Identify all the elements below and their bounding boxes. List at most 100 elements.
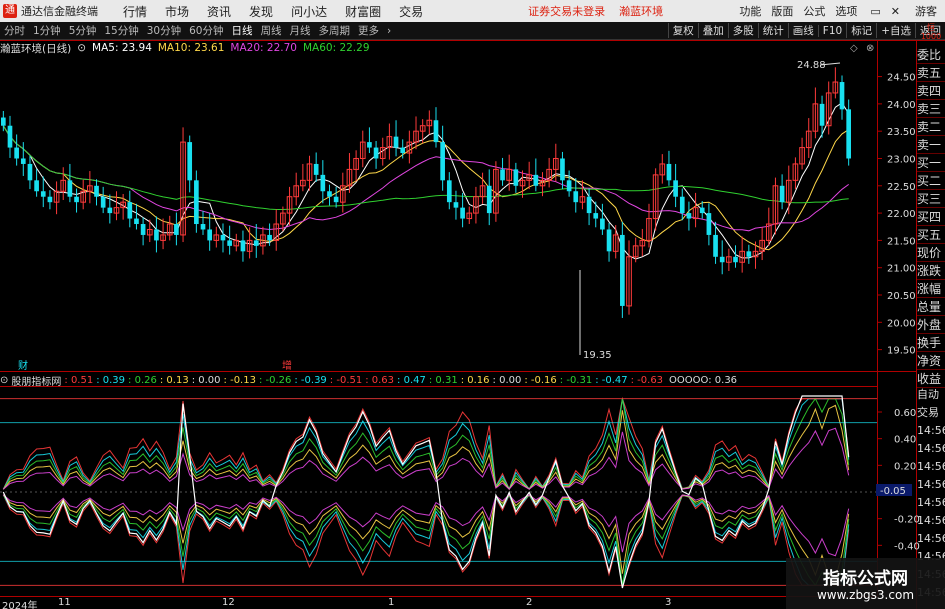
indicator-value: : 0.47 [397, 374, 426, 386]
candle-body [679, 196, 685, 214]
candle-body [846, 109, 852, 159]
trade-side-item[interactable]: 自动 [917, 386, 945, 404]
watermark-url: www.zbgs3.com [816, 588, 915, 602]
candle-body [367, 142, 372, 148]
side-item: 总量 [917, 298, 945, 316]
indicator-title: 股朋指标网 [11, 376, 62, 388]
candle-body [586, 196, 592, 214]
price-tick-label: 21.50 [887, 236, 916, 247]
high-mark-label: 24.88 [797, 60, 826, 71]
ind-band-line [2, 494, 850, 557]
candle-body [393, 136, 399, 148]
candle-body [253, 240, 259, 246]
candle-body [227, 240, 232, 246]
candle-body [34, 180, 39, 192]
trade-side-item: 14:56 [917, 478, 945, 491]
price-tick-label: 20.00 [887, 318, 916, 329]
candle-body [600, 218, 605, 230]
side-item: 买三 [917, 190, 945, 208]
candle-body [27, 163, 33, 181]
legend-ma60: MA60: 22.29 [302, 42, 370, 54]
side-item: 买五 [917, 226, 945, 244]
indicator-value: : -0.39 [294, 374, 327, 386]
ind-band-line [2, 427, 850, 490]
candle-body [440, 142, 445, 181]
trade-side-item: 14:56 [917, 460, 945, 473]
chart-close-icon[interactable]: ⊗ [866, 43, 874, 54]
main-legend: 瀚蓝环境(日线) ⊙ MA5: 23.94 MA10: 23.61 MA20: … [0, 41, 376, 55]
indicator-value: : -0.13 [223, 374, 256, 386]
candle-body [433, 120, 439, 143]
side-item: 买二 [917, 172, 945, 190]
candle-body [134, 218, 139, 225]
legend-toggle-icon[interactable]: ⊙ [77, 42, 86, 54]
candle-body [200, 224, 206, 230]
side-item: 卖四 [917, 82, 945, 100]
candle-body [313, 163, 319, 175]
trade-side-item: 14:56 [917, 496, 945, 509]
price-tick-label: 20.50 [887, 291, 916, 302]
date-label: 2024年 [2, 601, 38, 609]
price-tick-label: 19.50 [887, 346, 916, 357]
side-item: 换手 [917, 334, 945, 352]
candle-body [719, 256, 725, 263]
side-item: 净资 [917, 352, 945, 370]
candle-body [513, 169, 519, 186]
price-tick-label: 23.50 [887, 127, 916, 138]
candle-body [699, 207, 705, 214]
indicator-value: : 0.39 [96, 374, 126, 386]
ind-tick-label: 0.60 [894, 408, 916, 419]
candle-body [174, 224, 179, 235]
indicator-value: : 0.13 [159, 374, 189, 386]
candle-body [107, 207, 113, 214]
candle-body [733, 256, 738, 263]
candle-body [20, 158, 26, 164]
candle-body [839, 82, 845, 110]
candle-body [446, 180, 452, 203]
chart-title: 瀚蓝环境(日线) [0, 42, 72, 55]
indicator-value: : 0.00 [492, 374, 522, 386]
candle-body [187, 142, 193, 181]
side-item: 委比 [917, 46, 945, 64]
price-tick-label: 22.50 [887, 182, 916, 193]
candle-body [47, 196, 53, 203]
marker-zeng: 增 [282, 359, 292, 372]
marker-cai: 财 [18, 359, 28, 372]
indicator-value: : -0.47 [595, 374, 628, 386]
indicator-value: : 0.16 [460, 374, 490, 386]
indicator-legend: ⊙ 股朋指标网 : 0.51: 0.39: 0.26: 0.13: 0.00: … [0, 373, 740, 388]
date-label: 12 [222, 597, 235, 608]
price-tick-label: 23.00 [887, 154, 916, 165]
candle-body [500, 169, 505, 181]
candle-body [486, 185, 492, 214]
candle-body [333, 196, 339, 203]
watermark: 指标公式网 www.zbgs3.com [786, 558, 945, 609]
ind-tick-label: 0.20 [894, 461, 916, 472]
kline-chart[interactable]: 24.50 24.00 23.50 23.00 22.50 22.00 21.50 21.00… [0, 0, 945, 609]
trade-side-item[interactable]: 交易 [917, 404, 945, 422]
settings-diamond-icon[interactable]: ◇ [850, 43, 858, 54]
indicator-toggle-icon[interactable]: ⊙ [0, 375, 8, 386]
side-item: 买一 [917, 154, 945, 172]
trade-side-item: 14:56 [917, 424, 945, 437]
watermark-title: 指标公式网 [823, 569, 908, 589]
ind-tick-label: -0.20 [894, 515, 920, 526]
candle-body [453, 202, 459, 208]
candle-body [40, 191, 46, 197]
candle-body [154, 229, 159, 241]
side-item: 外盘 [917, 316, 945, 334]
candle-body [560, 158, 565, 181]
candle-body [686, 213, 692, 219]
side-item: 涨幅 [917, 280, 945, 298]
current-value-label: -0.05 [880, 486, 906, 497]
candle-body [127, 202, 133, 219]
low-mark-label: 19.35 [583, 350, 612, 361]
ind-band-line [2, 396, 850, 491]
candle-body [7, 125, 13, 148]
candle-body [606, 229, 612, 252]
candle-body [666, 163, 672, 181]
indicator-values: : 0.51: 0.39: 0.26: 0.13: 0.00: -0.13: -… [64, 375, 666, 386]
candle-body [267, 234, 272, 241]
ind-band-line [2, 404, 850, 490]
candle-body [100, 196, 106, 208]
